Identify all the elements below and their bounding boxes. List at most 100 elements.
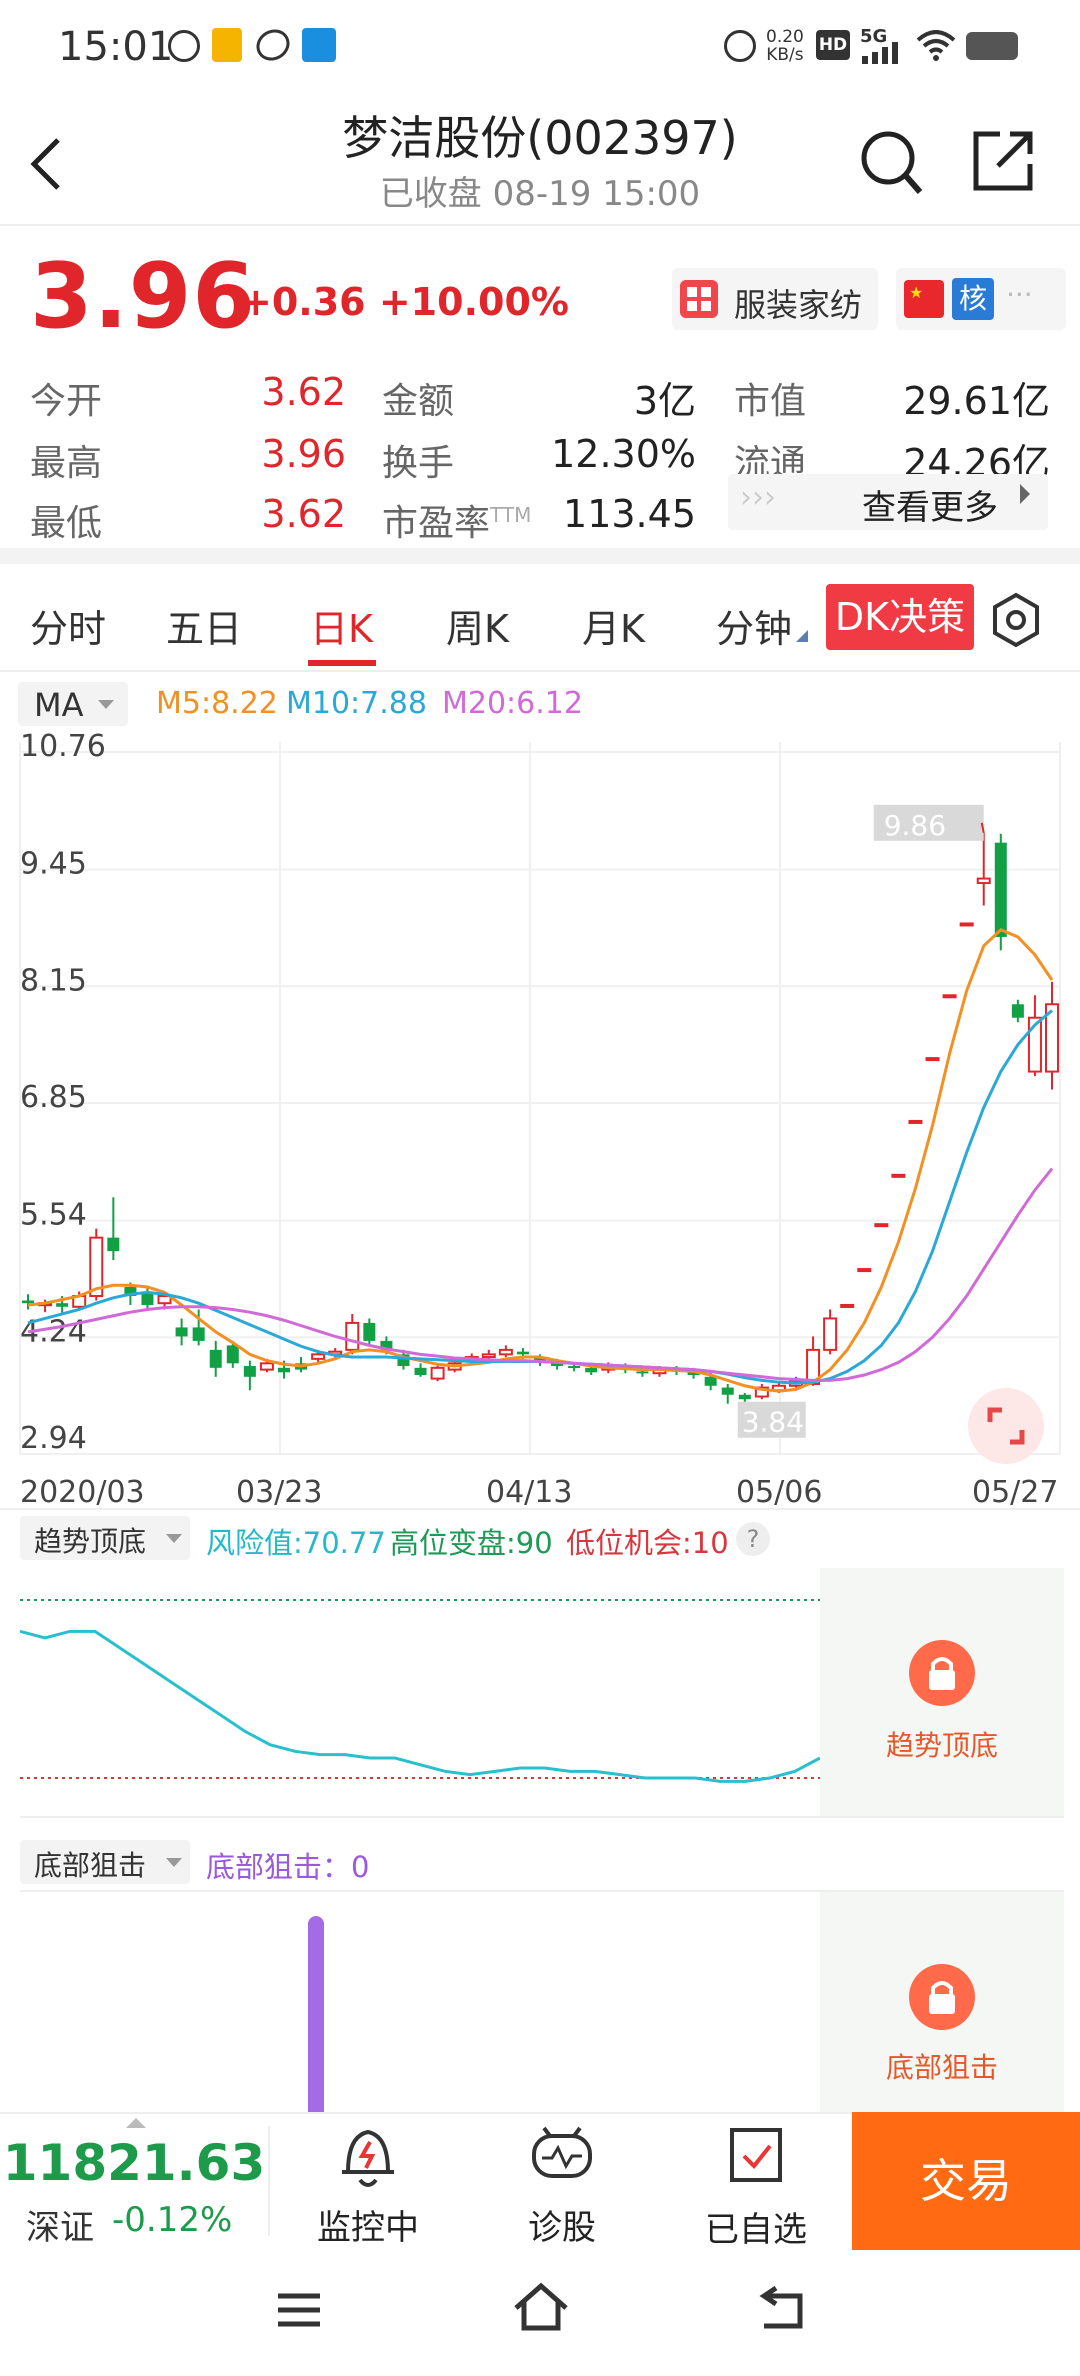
alarm-icon bbox=[724, 30, 756, 62]
stat-amount-label: 金额 bbox=[382, 381, 455, 422]
dk-decision-button[interactable]: DK决策 bbox=[826, 584, 974, 650]
price-change: +0.36 +10.00% bbox=[240, 280, 569, 324]
ma5-value: M5:8.22 bbox=[156, 686, 278, 721]
diagnose-button[interactable]: 诊股 bbox=[494, 2120, 630, 2248]
help-icon[interactable]: ? bbox=[736, 1522, 770, 1556]
index-change: -0.12% bbox=[112, 2200, 233, 2240]
settings-icon[interactable] bbox=[990, 592, 1042, 648]
candle bbox=[430, 1366, 445, 1380]
candle bbox=[721, 1387, 734, 1395]
watchlist-button[interactable]: 已自选 bbox=[688, 2120, 824, 2250]
candle bbox=[481, 1353, 496, 1359]
risk-value: 风险值:70.77 bbox=[206, 1526, 386, 1560]
battery-icon bbox=[966, 32, 1018, 60]
view-more-button[interactable]: ››› 查看更多 bbox=[728, 474, 1048, 530]
status-bar: 15:01 0.20 KB/s HD 5G bbox=[0, 0, 1080, 96]
tab-active-indicator bbox=[308, 660, 376, 666]
candle bbox=[823, 1317, 838, 1351]
tab-minute[interactable]: 分钟 bbox=[716, 598, 792, 653]
menu-icon[interactable] bbox=[274, 2290, 324, 2330]
hd-icon: HD bbox=[816, 30, 850, 60]
app-58-icon bbox=[212, 28, 242, 62]
kline-chart[interactable]: 10.769.458.156.855.544.242.949.863.84202… bbox=[0, 732, 1080, 1512]
stat-pe-value: 113.45 bbox=[563, 492, 696, 536]
indicator1-divider bbox=[0, 1508, 1080, 1510]
indicator1-lock-label: 趋势顶底 bbox=[885, 1729, 998, 1762]
bottom-snipe-bar bbox=[308, 1916, 324, 2112]
trend-chart bbox=[20, 1599, 820, 1783]
candle bbox=[874, 1223, 889, 1228]
search-icon[interactable] bbox=[858, 128, 924, 198]
dropdown-caret-icon bbox=[166, 1858, 182, 1867]
low-chance-value: 低位机会:10 bbox=[566, 1526, 729, 1560]
net-speed: 0.20 KB/s bbox=[766, 27, 804, 65]
y-tick-label: 5.54 bbox=[20, 1198, 87, 1233]
candle bbox=[192, 1327, 205, 1341]
tab-five-day[interactable]: 五日 bbox=[166, 598, 242, 653]
current-price: 3.96 bbox=[30, 244, 257, 349]
indicator1-selector[interactable]: 趋势顶底 bbox=[20, 1516, 190, 1560]
trade-button[interactable]: 交易 bbox=[852, 2112, 1080, 2250]
stat-open-value: 3.62 bbox=[261, 370, 346, 414]
bottom-divider bbox=[268, 2126, 270, 2236]
nav-back-icon[interactable] bbox=[756, 2286, 808, 2332]
candle bbox=[311, 1353, 326, 1360]
candle bbox=[243, 1366, 256, 1377]
candle bbox=[175, 1327, 188, 1337]
candle bbox=[363, 1322, 376, 1341]
stat-high-label: 最高 bbox=[30, 443, 103, 484]
app-link-icon bbox=[250, 23, 296, 67]
candle bbox=[107, 1237, 120, 1252]
trend-line bbox=[20, 1629, 820, 1783]
candle bbox=[959, 922, 974, 927]
high-label: 9.86 bbox=[884, 809, 946, 842]
indicator1-locked-panel[interactable]: 趋势顶底 bbox=[820, 1568, 1064, 1818]
industry-tag[interactable]: 服装家纺 bbox=[672, 268, 878, 330]
industry-label: 服装家纺 bbox=[734, 286, 863, 324]
x-tick-label: 05/06 bbox=[736, 1475, 822, 1510]
bell-icon bbox=[342, 2129, 394, 2187]
share-icon[interactable] bbox=[970, 128, 1036, 194]
monitor-button[interactable]: 监控中 bbox=[300, 2120, 436, 2248]
candle bbox=[704, 1376, 717, 1386]
stock-badges[interactable]: ★ 核 ··· bbox=[896, 268, 1066, 330]
badge-core: 核 bbox=[952, 278, 994, 320]
ma20-line bbox=[27, 1167, 1054, 1382]
indicator2-lock-label: 底部狙击 bbox=[885, 2051, 998, 2084]
y-tick-label: 2.94 bbox=[20, 1421, 87, 1456]
view-more-label: 查看更多 bbox=[862, 488, 998, 528]
candle bbox=[568, 1366, 581, 1369]
indicator2-selector[interactable]: 底部狙击 bbox=[20, 1840, 190, 1884]
candle bbox=[942, 994, 957, 999]
index-value[interactable]: 11821.63 bbox=[0, 2134, 268, 2192]
stat-turnover-label: 换手 bbox=[382, 443, 455, 484]
ma20-value: M20:6.12 bbox=[442, 686, 583, 721]
high-change-value: 高位变盘:90 bbox=[390, 1526, 553, 1560]
grid-icon bbox=[680, 280, 718, 318]
tab-daily-k[interactable]: 日K bbox=[310, 598, 373, 653]
header-divider bbox=[0, 224, 1080, 226]
lock-icon bbox=[909, 1640, 975, 1706]
signal-icon bbox=[862, 42, 898, 64]
ma-selector[interactable]: MA bbox=[18, 682, 128, 726]
fullscreen-button[interactable] bbox=[968, 1388, 1044, 1464]
tab-weekly-k[interactable]: 周K bbox=[446, 598, 509, 653]
candle bbox=[345, 1321, 360, 1351]
stat-open-label: 今开 bbox=[30, 381, 103, 422]
indicator2-locked-panel[interactable]: 底部狙击 bbox=[820, 1892, 1064, 2112]
tab-monthly-k[interactable]: 月K bbox=[582, 598, 645, 653]
candle bbox=[925, 1057, 940, 1062]
chevrons-icon: ››› bbox=[740, 480, 776, 515]
china-flag-icon: ★ bbox=[904, 280, 944, 318]
stat-mktcap-label: 市值 bbox=[734, 381, 807, 422]
indicator1-bottom-line bbox=[20, 1816, 1064, 1818]
robot-icon bbox=[532, 2126, 592, 2178]
stat-high-value: 3.96 bbox=[261, 432, 346, 476]
candle bbox=[891, 1173, 906, 1178]
candle bbox=[22, 1300, 34, 1304]
candle bbox=[498, 1348, 513, 1356]
tab-timeshare[interactable]: 分时 bbox=[30, 598, 106, 653]
home-icon[interactable] bbox=[512, 2282, 570, 2332]
ma10-value: M10:7.88 bbox=[286, 686, 427, 721]
candle bbox=[226, 1345, 239, 1364]
